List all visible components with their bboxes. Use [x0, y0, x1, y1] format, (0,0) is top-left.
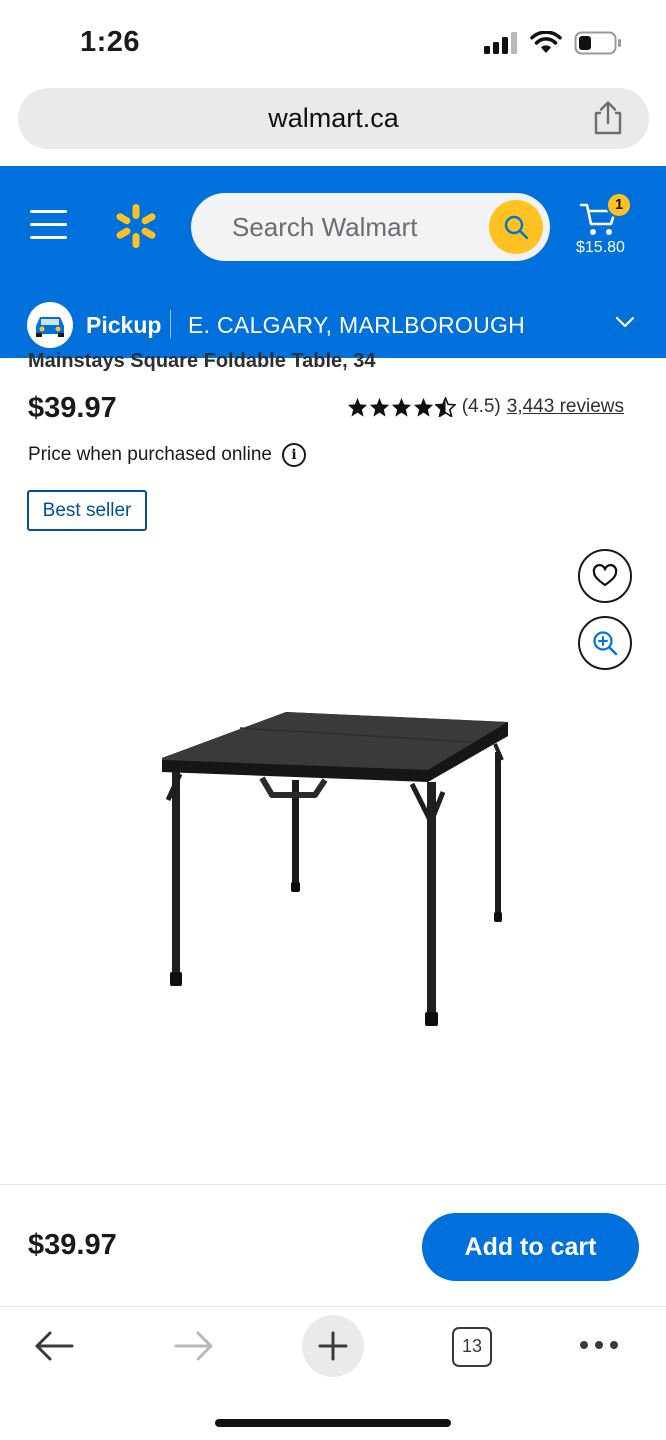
search-input[interactable]: Search Walmart — [191, 193, 550, 261]
plus-icon — [318, 1331, 348, 1361]
url-text[interactable]: walmart.ca — [18, 103, 649, 134]
status-time: 1:26 — [80, 26, 141, 58]
favorite-button[interactable] — [578, 549, 632, 603]
cellular-signal-icon — [484, 32, 517, 54]
half-star-icon — [434, 397, 456, 417]
search-icon — [504, 215, 529, 240]
new-tab-button[interactable] — [302, 1315, 364, 1377]
cart-count-badge: 1 — [606, 192, 632, 218]
divider — [170, 310, 171, 338]
star-icon — [347, 397, 367, 417]
back-arrow-icon[interactable] — [32, 1329, 76, 1363]
product-title: Mainstays Square Foldable Table, 34 — [28, 350, 376, 372]
info-icon[interactable]: i — [282, 443, 306, 467]
best-seller-badge: Best seller — [27, 490, 147, 531]
star-icon — [369, 397, 389, 417]
star-icon — [391, 397, 411, 417]
status-bar: 1:26 — [0, 0, 666, 86]
cart-button[interactable]: 1 $15.80 — [576, 192, 636, 264]
add-to-cart-button[interactable]: Add to cart — [422, 1213, 639, 1281]
star-rating — [347, 397, 456, 417]
chevron-down-icon[interactable] — [616, 316, 634, 328]
sticky-cart-bar: $39.97 Add to cart — [0, 1184, 666, 1306]
pickup-car-icon — [27, 302, 73, 348]
browser-toolbar: 13 — [0, 1306, 666, 1440]
pickup-selector[interactable]: Pickup E. CALGARY, MARLBOROUGH — [0, 292, 666, 358]
share-icon[interactable] — [591, 100, 625, 136]
reviews-link[interactable]: 3,443 reviews — [507, 396, 624, 418]
search-button[interactable] — [489, 200, 543, 254]
pickup-label: Pickup — [86, 312, 162, 338]
zoom-in-icon — [593, 631, 618, 656]
battery-icon — [574, 31, 621, 55]
folding-table-image — [162, 712, 508, 1026]
more-icon[interactable] — [578, 1339, 620, 1351]
wifi-icon — [530, 31, 562, 53]
star-icon — [413, 397, 433, 417]
sticky-price: $39.97 — [28, 1229, 117, 1261]
product-price: $39.97 — [28, 392, 117, 424]
forward-arrow-icon[interactable] — [172, 1329, 216, 1363]
heart-icon — [592, 564, 618, 587]
zoom-button[interactable] — [578, 616, 632, 670]
home-indicator — [215, 1419, 451, 1427]
tabs-button[interactable]: 13 — [452, 1327, 492, 1367]
price-note: Price when purchased online i — [28, 443, 306, 467]
pickup-location: E. CALGARY, MARLBOROUGH — [188, 312, 526, 338]
cart-total: $15.80 — [576, 239, 625, 256]
site-header: Search Walmart 1 $15.80 Pickup E. CALGAR… — [0, 166, 666, 358]
menu-icon[interactable] — [30, 210, 67, 240]
address-bar[interactable]: walmart.ca — [18, 88, 649, 149]
walmart-spark-logo[interactable] — [112, 202, 160, 250]
search-placeholder: Search Walmart — [232, 212, 418, 242]
rating-value: (4.5) — [461, 396, 501, 417]
status-icons — [484, 31, 622, 55]
rating-summary[interactable]: (4.5) 3,443 reviews — [347, 396, 624, 418]
price-note-text: Price when purchased online — [28, 444, 272, 465]
